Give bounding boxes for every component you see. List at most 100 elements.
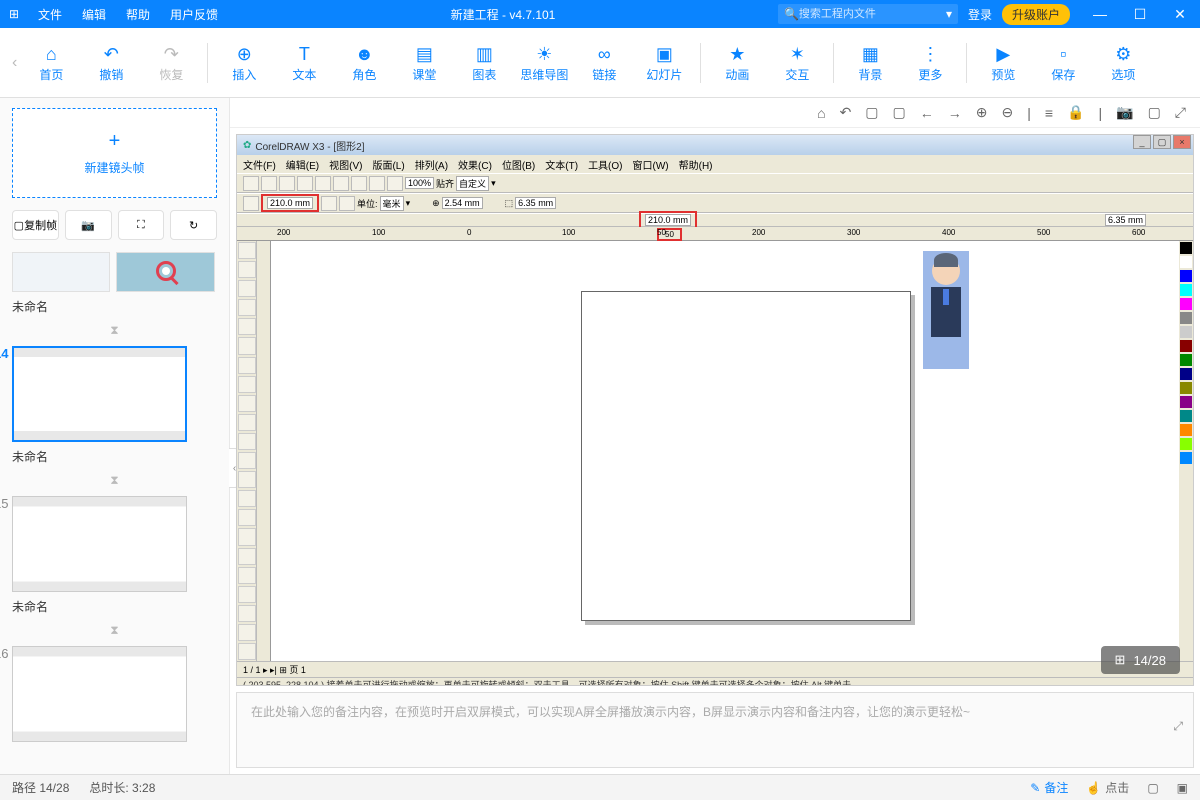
minimize-icon[interactable]: — bbox=[1080, 6, 1120, 23]
canvas-tool-6[interactable]: ⊕ bbox=[976, 104, 988, 121]
maximize-icon[interactable]: ☐ bbox=[1120, 6, 1160, 23]
menu-help[interactable]: 帮助 bbox=[116, 6, 160, 23]
canvas-tool-12[interactable]: 📷 bbox=[1116, 104, 1133, 121]
palette-color[interactable] bbox=[1180, 326, 1192, 338]
palette-color[interactable] bbox=[1180, 340, 1192, 352]
toolbar-insert-button[interactable]: ⊕插入 bbox=[214, 33, 274, 93]
canvas-tool-1[interactable]: ↶ bbox=[840, 104, 852, 121]
palette-color[interactable] bbox=[1180, 424, 1192, 436]
upgrade-button[interactable]: 升级账户 bbox=[1002, 4, 1070, 25]
cdr-tool-17[interactable] bbox=[238, 567, 256, 584]
cdr-menu-item[interactable]: 文本(T) bbox=[545, 157, 578, 172]
cdr-tool-18[interactable] bbox=[238, 586, 256, 603]
toolbar-redo-button[interactable]: ↷恢复 bbox=[141, 33, 201, 93]
toolbar-chart-button[interactable]: ▥图表 bbox=[454, 33, 514, 93]
cdr-pages-icon[interactable] bbox=[339, 196, 355, 211]
click-toggle-button[interactable]: ☝ 点击 bbox=[1086, 779, 1129, 796]
cdr-new-icon[interactable] bbox=[243, 176, 259, 191]
palette-color[interactable] bbox=[1180, 242, 1192, 254]
palette-color[interactable] bbox=[1180, 438, 1192, 450]
grid-icon[interactable]: ⊞ bbox=[1115, 652, 1126, 668]
cdr-menu-item[interactable]: 位图(B) bbox=[502, 157, 535, 172]
new-frame-button[interactable]: + 新建镜头帧 bbox=[12, 108, 217, 198]
palette-color[interactable] bbox=[1180, 256, 1192, 268]
cdr-menu-item[interactable]: 工具(O) bbox=[588, 157, 622, 172]
toolbar-mindmap-button[interactable]: ☀思维导图 bbox=[514, 33, 574, 93]
cdr-tool-19[interactable] bbox=[238, 605, 256, 622]
cdr-tool-5[interactable] bbox=[238, 337, 256, 354]
canvas-tool-7[interactable]: ⊖ bbox=[1002, 104, 1014, 121]
cdr-menu-item[interactable]: 视图(V) bbox=[329, 157, 362, 172]
palette-color[interactable] bbox=[1180, 452, 1192, 464]
cdr-copy-icon[interactable] bbox=[333, 176, 349, 191]
menu-feedback[interactable]: 用户反馈 bbox=[160, 6, 228, 23]
toolbar-link-button[interactable]: ∞链接 bbox=[574, 33, 634, 93]
toolbar-more-button[interactable]: ⋮更多 bbox=[900, 33, 960, 93]
cdr-dupy-field[interactable]: 6.35 mm bbox=[1105, 214, 1146, 226]
cdr-tool-7[interactable] bbox=[238, 376, 256, 393]
cdr-zoom-field[interactable]: 100% bbox=[405, 177, 434, 189]
cdr-menu-item[interactable]: 效果(C) bbox=[458, 157, 492, 172]
cdr-tool-21[interactable] bbox=[238, 643, 256, 660]
palette-color[interactable] bbox=[1180, 382, 1192, 394]
cdr-redo-icon[interactable] bbox=[387, 176, 403, 191]
cdr-tool-14[interactable] bbox=[238, 509, 256, 526]
canvas-tool-14[interactable]: ⤢ bbox=[1175, 104, 1186, 121]
toolbar-role-button[interactable]: ☻角色 bbox=[334, 33, 394, 93]
crop-button[interactable]: ⛶ bbox=[118, 210, 165, 240]
notes-panel[interactable]: 在此处输入您的备注内容，在预览时开启双屏模式，可以实现A屏全屏播放演示内容，B屏… bbox=[236, 692, 1194, 768]
close-icon[interactable]: ✕ bbox=[1160, 6, 1200, 23]
search-box[interactable]: 🔍 ▾ bbox=[778, 4, 958, 24]
palette-color[interactable] bbox=[1180, 312, 1192, 324]
expand-notes-icon[interactable]: ⤢ bbox=[1173, 719, 1183, 734]
cdr-landscape-icon[interactable] bbox=[321, 196, 337, 211]
cdr-menu-item[interactable]: 文件(F) bbox=[243, 157, 276, 172]
canvas-tool-9[interactable]: ≡ bbox=[1045, 105, 1053, 121]
cdr-menu-item[interactable]: 帮助(H) bbox=[679, 157, 713, 172]
palette-color[interactable] bbox=[1180, 354, 1192, 366]
palette-color[interactable] bbox=[1180, 284, 1192, 296]
cdr-menu-item[interactable]: 编辑(E) bbox=[286, 157, 319, 172]
cdr-tool-20[interactable] bbox=[238, 624, 256, 641]
coreldraw-canvas[interactable] bbox=[271, 241, 1179, 661]
canvas-tool-13[interactable]: ▢ bbox=[1148, 104, 1161, 121]
toolbar-save-button[interactable]: ▫保存 bbox=[1033, 33, 1093, 93]
cdr-tool-15[interactable] bbox=[238, 528, 256, 545]
cdr-tool-9[interactable] bbox=[238, 414, 256, 431]
cdr-tool-10[interactable] bbox=[238, 433, 256, 450]
sb-btn-3[interactable]: ▢ bbox=[1147, 781, 1158, 795]
toolbar-scroll-left-icon[interactable]: ‹ bbox=[8, 54, 21, 72]
menu-file[interactable]: 文件 bbox=[28, 6, 72, 23]
cdr-tool-12[interactable] bbox=[238, 471, 256, 488]
canvas-tool-0[interactable]: ⌂ bbox=[817, 105, 825, 121]
palette-color[interactable] bbox=[1180, 298, 1192, 310]
cdr-tool-13[interactable] bbox=[238, 490, 256, 507]
canvas-tool-4[interactable]: ← bbox=[920, 105, 934, 121]
cdr-unit-field[interactable]: 毫米 bbox=[380, 196, 404, 211]
cdr-tool-0[interactable] bbox=[238, 242, 256, 259]
toolbar-slides-button[interactable]: ▣幻灯片 bbox=[634, 33, 694, 93]
refresh-button[interactable]: ↻ bbox=[170, 210, 217, 240]
cdr-portrait-icon[interactable] bbox=[243, 196, 259, 211]
cdr-tool-11[interactable] bbox=[238, 452, 256, 469]
cdr-width-field[interactable]: 210.0 mm bbox=[267, 197, 313, 209]
cdr-paste-icon[interactable] bbox=[351, 176, 367, 191]
stage[interactable]: ✿ CorelDRAW X3 - [图形2] _ ▢ × 文件(F)编辑(E)视… bbox=[236, 134, 1194, 686]
palette-color[interactable] bbox=[1180, 396, 1192, 408]
toolbar-anim-button[interactable]: ★动画 bbox=[707, 33, 767, 93]
search-input[interactable] bbox=[799, 8, 946, 20]
cdr-open-icon[interactable] bbox=[261, 176, 277, 191]
toolbar-class-button[interactable]: ▤课堂 bbox=[394, 33, 454, 93]
coreldraw-page-navigator[interactable]: 1 / 1 ▸ ▸| ⊞ 页 1 bbox=[237, 661, 1193, 677]
copy-frame-button[interactable]: ▢ 复制帧 bbox=[12, 210, 59, 240]
slide-thumbnail[interactable] bbox=[12, 496, 187, 592]
cdr-tool-8[interactable] bbox=[238, 395, 256, 412]
login-button[interactable]: 登录 bbox=[968, 6, 992, 23]
canvas-tool-10[interactable]: 🔒 bbox=[1067, 104, 1084, 121]
cdr-cut-icon[interactable] bbox=[315, 176, 331, 191]
character-figure[interactable] bbox=[923, 251, 969, 369]
toolbar-preview-button[interactable]: ▶预览 bbox=[973, 33, 1033, 93]
cdr-undo-icon[interactable] bbox=[369, 176, 385, 191]
cdr-tool-4[interactable] bbox=[238, 318, 256, 335]
toolbar-interact-button[interactable]: ✶交互 bbox=[767, 33, 827, 93]
